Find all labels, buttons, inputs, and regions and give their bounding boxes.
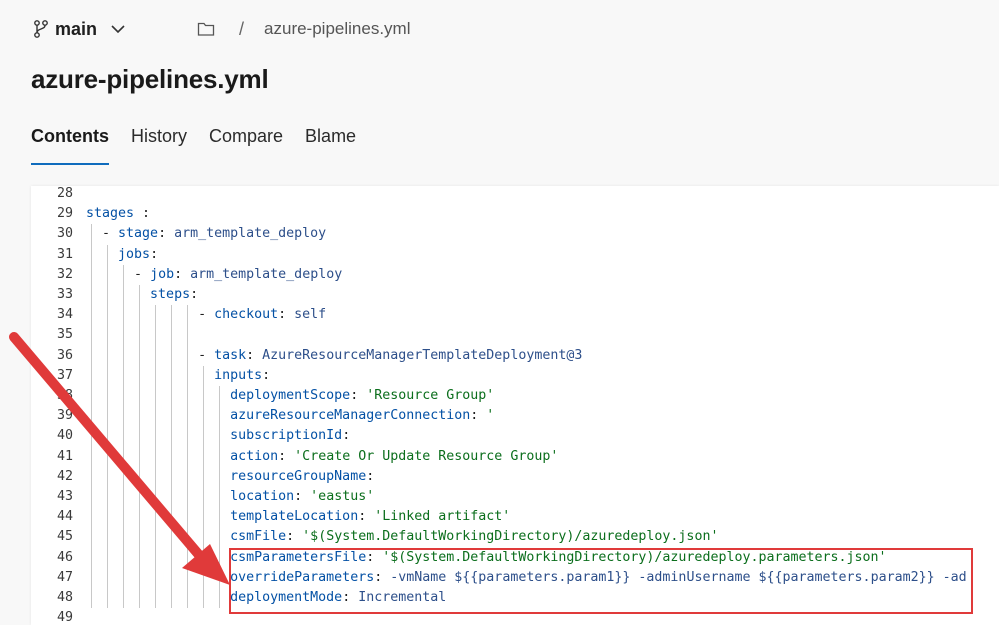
- code-text: deploymentScope: 'Resource Group': [230, 388, 495, 403]
- code-line: 35: [31, 325, 999, 345]
- code-text: location: 'eastus': [230, 489, 375, 504]
- code-text: csmFile: '$(System.DefaultWorkingDirecto…: [230, 529, 719, 545]
- line-number: 33: [56, 287, 73, 302]
- line-number: 44: [56, 509, 73, 525]
- code-line: 42 resourceGroupName:: [31, 467, 999, 487]
- line-number: 37: [56, 367, 73, 383]
- code-text: templateLocation: 'Linked artifact': [230, 509, 511, 525]
- code-line: 49: [31, 608, 999, 625]
- branch-selector[interactable]: main: [33, 19, 127, 40]
- line-number: 39: [56, 408, 73, 424]
- line-number: 28: [56, 186, 73, 201]
- breadcrumb-separator: /: [239, 18, 245, 39]
- code-line: 45 csmFile: '$(System.DefaultWorkingDire…: [31, 527, 999, 547]
- code-text: overrideParameters: -vmName ${{parameter…: [230, 569, 967, 585]
- tab-history[interactable]: History: [131, 126, 187, 165]
- code-line: 46 csmParametersFile: '$(System.DefaultW…: [31, 548, 999, 568]
- tab-contents[interactable]: Contents: [31, 126, 109, 165]
- code-line: 39 azureResourceManagerConnection: ': [31, 406, 999, 426]
- line-number: 32: [56, 266, 73, 282]
- code-line: 38 deploymentScope: 'Resource Group': [31, 386, 999, 406]
- breadcrumb-file[interactable]: azure-pipelines.yml: [264, 19, 410, 39]
- code-text: azureResourceManagerConnection: ': [230, 408, 495, 424]
- line-number: 29: [56, 206, 73, 222]
- code-line: 29 stages :: [31, 204, 999, 224]
- code-text: jobs:: [118, 246, 159, 262]
- code-text: - task: AzureResourceManagerTemplateDepl…: [198, 347, 583, 363]
- code-text: - checkout: self: [198, 307, 327, 323]
- code-line: 47 overrideParameters: -vmName ${{parame…: [31, 568, 999, 588]
- code-line: 33 steps:: [31, 285, 999, 305]
- page-title: azure-pipelines.yml: [31, 64, 269, 94]
- line-number: 40: [56, 428, 73, 444]
- code-viewer[interactable]: 28 29 stages : 30 - stage: arm_template_dep…: [31, 186, 999, 625]
- code-text: csmParametersFile: '$(System.DefaultWork…: [230, 549, 887, 565]
- line-number: 47: [56, 569, 73, 585]
- line-number: 42: [56, 468, 73, 484]
- line-number: 49: [56, 610, 73, 625]
- line-number: 34: [56, 307, 73, 323]
- tab-bar: Contents History Compare Blame: [31, 126, 378, 165]
- branch-icon: [34, 20, 48, 38]
- chevron-down-icon: [111, 25, 125, 34]
- top-bar: main / azure-pipelines.yml: [33, 16, 410, 42]
- line-number: 31: [56, 246, 73, 262]
- folder-icon[interactable]: [197, 21, 215, 37]
- code-text: stages :: [86, 206, 151, 222]
- code-line: 40 subscriptionId:: [31, 426, 999, 446]
- line-number: 30: [56, 226, 73, 242]
- line-number: 46: [56, 549, 73, 565]
- line-number: 48: [56, 590, 73, 605]
- code-line: 37 inputs:: [31, 366, 999, 386]
- code-line: 32 - job: arm_template_deploy: [31, 265, 999, 285]
- code-text: - stage: arm_template_deploy: [102, 226, 327, 242]
- code-line: 44 templateLocation: 'Linked artifact': [31, 507, 999, 527]
- file-viewer-page: main / azure-pipelines.yml azure-pipelin…: [0, 0, 999, 625]
- code-line: 34 - checkout: self: [31, 305, 999, 325]
- code-line: 43 location: 'eastus': [31, 487, 999, 507]
- line-number: 43: [56, 489, 73, 504]
- code-line: 36 - task: AzureResourceManagerTemplateD…: [31, 346, 999, 366]
- code-text: - job: arm_template_deploy: [134, 266, 343, 282]
- line-number: 38: [56, 388, 73, 403]
- line-number: 45: [56, 529, 73, 545]
- branch-name: main: [55, 18, 98, 39]
- code-text: resourceGroupName:: [230, 468, 375, 484]
- code-text: deploymentMode: Incremental: [230, 590, 447, 605]
- line-number: 36: [56, 347, 73, 363]
- code-line: 28: [31, 186, 999, 204]
- tab-blame[interactable]: Blame: [305, 126, 356, 165]
- code-text: subscriptionId:: [230, 428, 351, 444]
- code-text: action: 'Create Or Update Resource Group…: [230, 448, 559, 464]
- breadcrumb: / azure-pipelines.yml: [197, 19, 410, 40]
- code-line: 48 deploymentMode: Incremental: [31, 588, 999, 608]
- code-line: 41 action: 'Create Or Update Resource Gr…: [31, 447, 999, 467]
- code-line: 30 - stage: arm_template_deploy: [31, 224, 999, 244]
- line-number: 41: [56, 448, 73, 464]
- line-number: 35: [56, 327, 73, 343]
- code-text: inputs:: [214, 367, 271, 383]
- tab-compare[interactable]: Compare: [209, 126, 283, 165]
- code-text: steps:: [150, 287, 199, 302]
- code-line: 31 jobs:: [31, 245, 999, 265]
